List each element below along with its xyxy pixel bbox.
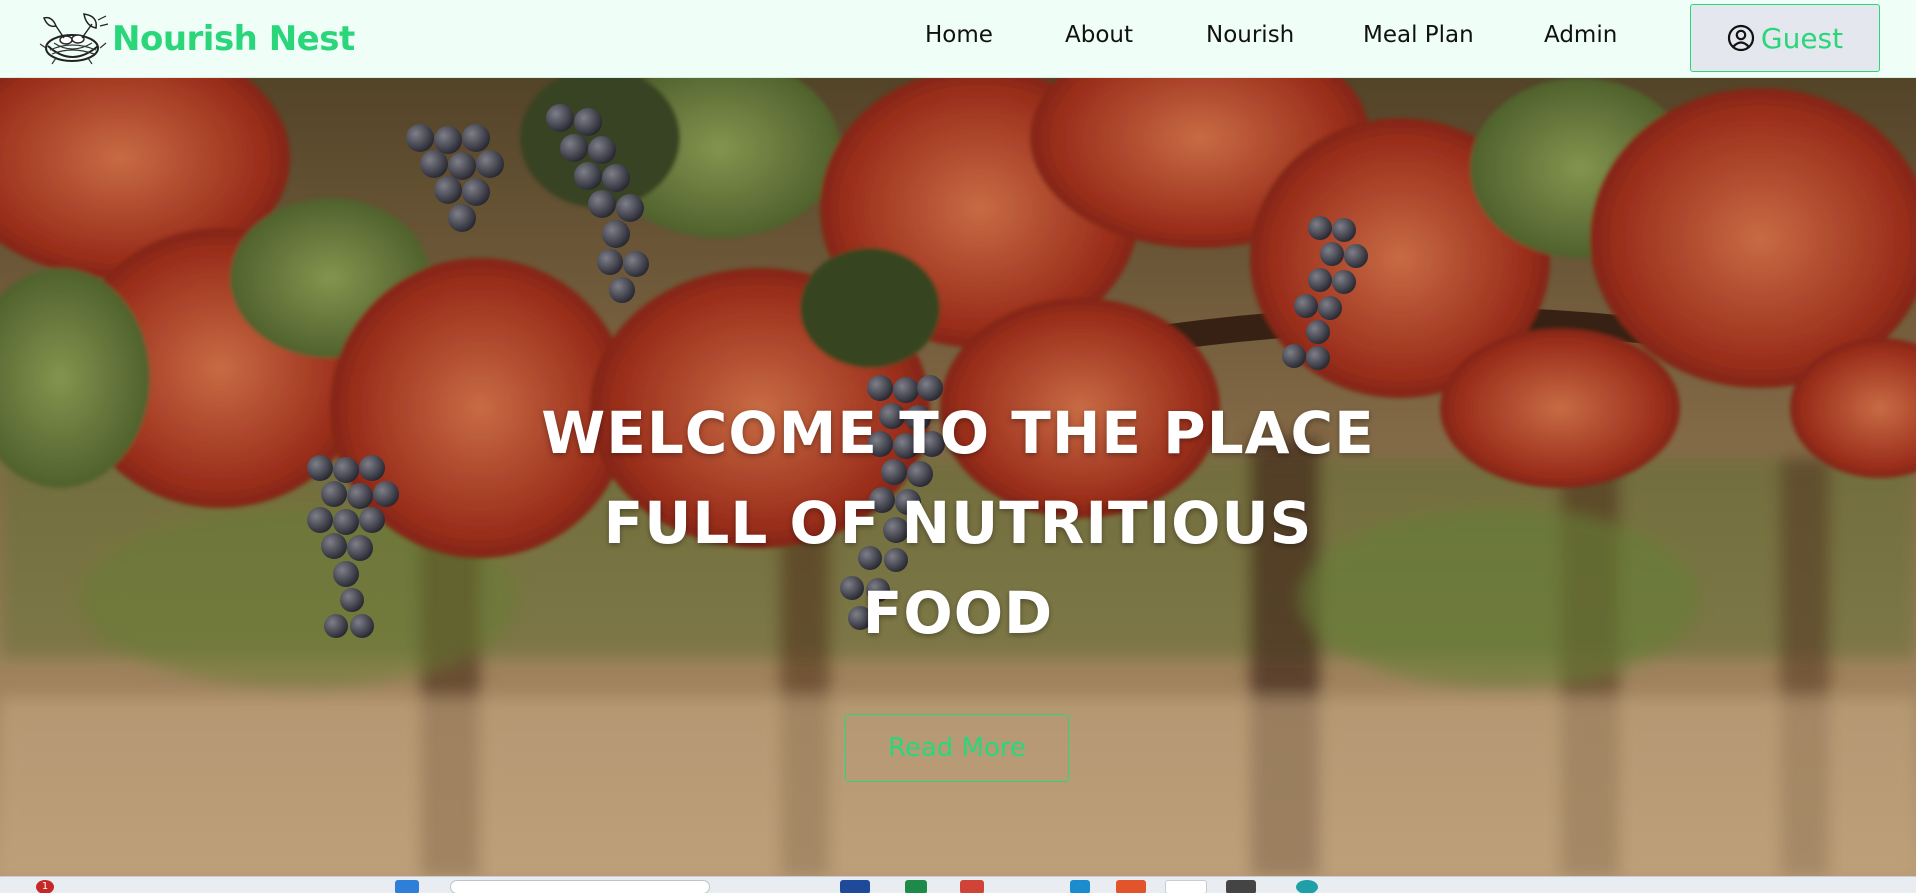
- nav-home[interactable]: Home: [925, 22, 993, 48]
- top-navbar: Nourish Nest Home About Nourish Meal Pla…: [0, 0, 1916, 78]
- brand-name: Nourish Nest: [112, 19, 355, 59]
- taskbar-app-icon[interactable]: [960, 880, 984, 893]
- taskbar-app-icon[interactable]: [1296, 880, 1318, 893]
- nav-nourish[interactable]: Nourish: [1206, 22, 1294, 48]
- hero-title: WELCOME TO THE PLACE FULL OF NUTRITIOUS …: [0, 388, 1916, 658]
- nav-meal-plan[interactable]: Meal Plan: [1363, 22, 1474, 48]
- search-bar[interactable]: [450, 880, 710, 893]
- taskbar-app-icon[interactable]: [840, 880, 870, 893]
- taskbar-app-icon[interactable]: [1165, 880, 1207, 893]
- nav-admin[interactable]: Admin: [1544, 22, 1617, 48]
- notification-badge[interactable]: 1: [36, 880, 54, 893]
- hero-title-line: WELCOME TO THE PLACE: [541, 399, 1375, 467]
- nav-about[interactable]: About: [1065, 22, 1133, 48]
- hero-title-line: FULL OF NUTRITIOUS: [603, 489, 1313, 557]
- brand-home-link[interactable]: Nourish Nest: [36, 10, 355, 68]
- taskbar-app-icon[interactable]: [1070, 880, 1090, 893]
- read-more-button[interactable]: Read More: [845, 714, 1069, 782]
- guest-label: Guest: [1760, 21, 1844, 55]
- nest-logo-icon: [39, 13, 109, 65]
- user-circle-icon: [1727, 24, 1754, 52]
- start-icon[interactable]: [395, 880, 419, 893]
- taskbar-app-icon[interactable]: [1226, 880, 1256, 893]
- hero-title-line: FOOD: [862, 579, 1054, 647]
- taskbar-app-icon[interactable]: [1116, 880, 1146, 893]
- os-taskbar: 1: [0, 876, 1916, 893]
- taskbar-app-icon[interactable]: [905, 880, 927, 893]
- hero-section: WELCOME TO THE PLACE FULL OF NUTRITIOUS …: [0, 78, 1916, 876]
- guest-account-button[interactable]: Guest: [1690, 4, 1880, 72]
